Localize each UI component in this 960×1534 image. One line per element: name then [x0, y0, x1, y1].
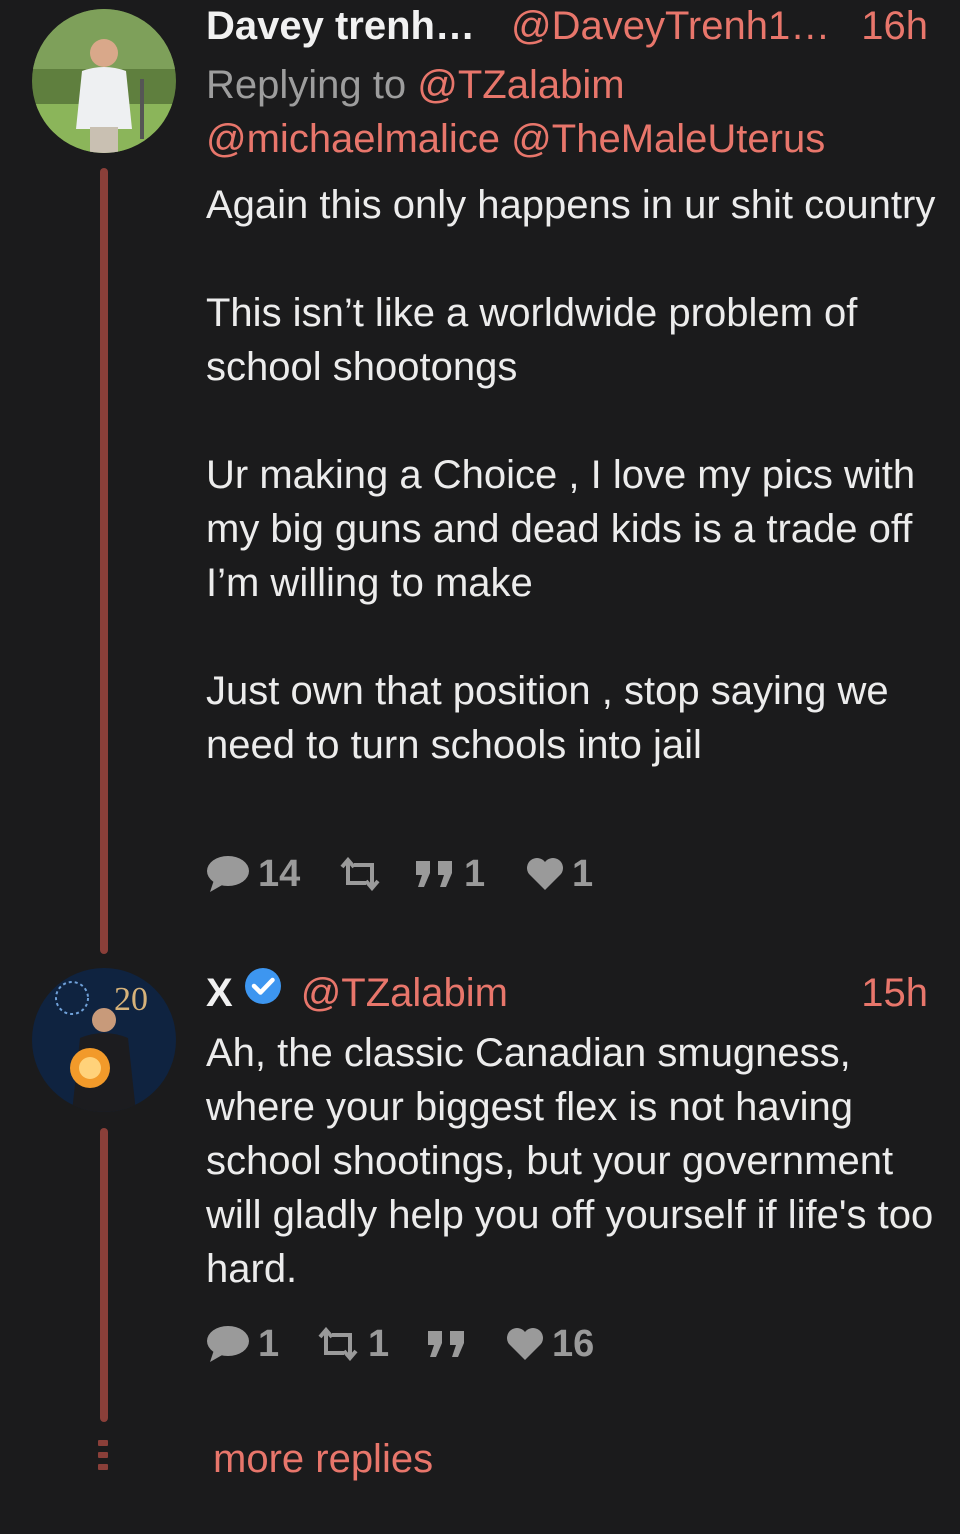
tweet-paragraph: Again this only happens in ur shit count… — [206, 183, 936, 227]
quote-button[interactable] — [426, 1329, 506, 1359]
verified-badge-icon — [244, 968, 281, 1004]
mention-link[interactable]: @michaelmalice — [206, 117, 500, 161]
reply-count: 1 — [258, 1322, 280, 1365]
reply-icon — [207, 856, 249, 892]
like-button[interactable]: 16 — [506, 1323, 594, 1366]
tweet-header: X @TZalabim 15h — [206, 966, 928, 1015]
avatar[interactable]: 20 — [32, 968, 176, 1112]
author-name[interactable]: X — [206, 971, 233, 1016]
reply-icon — [207, 1326, 249, 1362]
tweet-text: Again this only happens in ur shit count… — [206, 178, 936, 772]
quote-icon — [416, 861, 452, 887]
author-name[interactable]: Davey trenh… — [206, 4, 475, 49]
author-handle[interactable]: @TZalabim — [301, 971, 508, 1016]
tweet-paragraph: Ur making a Choice , I love my pics with… — [206, 453, 916, 605]
tweet-paragraph: This isn’t like a worldwide problem of s… — [206, 291, 858, 389]
more-replies-dots — [98, 1440, 110, 1476]
tweet-text: Ah, the classic Canadian smugness, where… — [206, 1026, 936, 1296]
like-count: 1 — [572, 852, 594, 895]
reply-button[interactable]: 14 — [206, 853, 338, 896]
reply-count: 14 — [258, 852, 301, 895]
thread-line — [100, 168, 108, 954]
retweet-button[interactable] — [338, 857, 414, 891]
heart-icon — [527, 858, 563, 890]
tweet-actions: 1 1 16 — [206, 1322, 594, 1366]
thread-line — [100, 1128, 108, 1422]
quote-icon — [428, 1331, 464, 1357]
quote-count: 1 — [464, 852, 486, 895]
svg-text:20: 20 — [114, 981, 148, 1018]
replying-to: Replying to @TZalabim @michaelmalice @Th… — [206, 58, 825, 166]
tweet-header: Davey trenh… @DaveyTrenh1… 16h — [206, 4, 928, 50]
reply-button[interactable]: 1 — [206, 1323, 316, 1366]
retweet-icon — [340, 857, 380, 891]
tweet-paragraph: Ah, the classic Canadian smugness, where… — [206, 1031, 934, 1291]
avatar[interactable] — [32, 9, 176, 153]
more-replies-link[interactable]: more replies — [213, 1437, 433, 1482]
retweet-button[interactable]: 1 — [316, 1323, 426, 1366]
heart-icon — [507, 1328, 543, 1360]
like-button[interactable]: 1 — [526, 853, 593, 896]
mention-link[interactable]: @TZalabim — [417, 63, 624, 107]
timestamp: 15h — [861, 971, 928, 1015]
mention-link[interactable]: @TheMaleUterus — [511, 117, 825, 161]
like-count: 16 — [552, 1322, 595, 1365]
retweet-count: 1 — [368, 1322, 390, 1365]
tweet-paragraph: Just own that position , stop saying we … — [206, 669, 889, 767]
timestamp: 16h — [861, 4, 928, 48]
retweet-icon — [318, 1327, 358, 1361]
tweet-actions: 14 1 1 — [206, 852, 593, 896]
replying-to-label: Replying to — [206, 63, 407, 107]
quote-button[interactable]: 1 — [414, 853, 526, 896]
author-handle[interactable]: @DaveyTrenh1… — [511, 4, 830, 49]
